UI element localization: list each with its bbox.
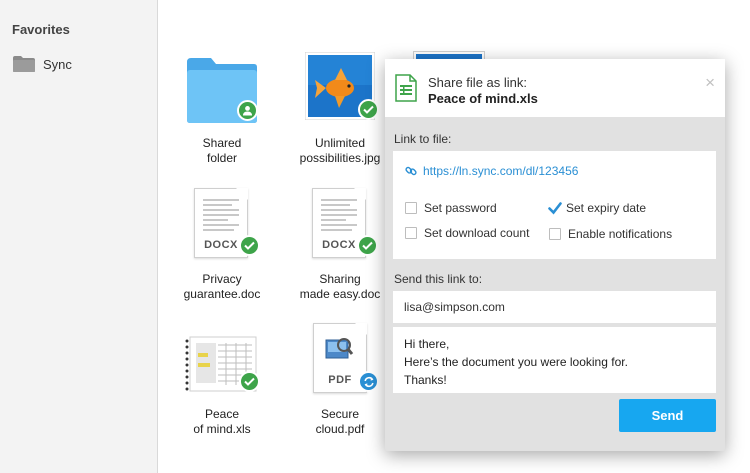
enable-notifications-checkbox[interactable]: Enable notifications — [549, 227, 672, 241]
file-thumbnail — [167, 52, 277, 132]
file-name: Secure cloud.pdf — [315, 407, 365, 436]
send-link-label: Send this link to: — [394, 272, 483, 286]
set-download-count-checkbox[interactable]: Set download count — [405, 226, 529, 240]
link-icon — [405, 166, 417, 176]
option-label: Set download count — [424, 226, 530, 240]
dialog-filename: Peace of mind.xls — [428, 91, 538, 106]
option-label: Enable notifications — [568, 227, 673, 241]
option-label: Set expiry date — [566, 201, 647, 215]
check-icon — [244, 377, 255, 386]
set-password-checkbox[interactable]: Set password — [405, 201, 497, 215]
synced-check-badge — [357, 235, 378, 256]
message-line: Here’s the document you were looking for… — [404, 355, 628, 369]
sidebar-item-sync[interactable]: Sync — [12, 55, 72, 73]
spreadsheet-file-icon — [395, 74, 417, 102]
recipient-email-field[interactable]: lisa@simpson.com — [393, 291, 716, 323]
file-thumbnail — [167, 323, 277, 403]
folder-icon — [13, 56, 35, 72]
preview-app-icon — [325, 338, 354, 359]
synced-check-badge — [358, 99, 379, 120]
check-icon — [244, 241, 255, 250]
send-button[interactable]: Send — [619, 399, 716, 432]
file-thumbnail — [285, 52, 395, 132]
share-link[interactable]: https://ln.sync.com/dl/123456 — [405, 164, 578, 178]
message-textarea[interactable]: Hi there, Here’s the document you were l… — [393, 327, 716, 393]
set-expiry-date-checkbox[interactable]: Set expiry date — [548, 201, 646, 215]
file-name: Sharing made easy.doc — [299, 272, 381, 301]
file-secure-cloud[interactable]: PDF Secure cloud.pdf — [285, 323, 395, 437]
checkbox-unchecked — [405, 202, 417, 214]
sidebar-heading: Favorites — [12, 22, 70, 37]
close-icon[interactable]: × — [705, 74, 715, 91]
file-thumbnail: DOCX — [285, 188, 395, 268]
user-icon — [243, 106, 252, 116]
file-name: Peace of mind.xls — [193, 407, 251, 436]
file-thumbnail: PDF — [285, 323, 395, 403]
share-link-dialog: Share file as link: Peace of mind.xls × … — [385, 59, 725, 451]
link-to-file-label: Link to file: — [394, 132, 452, 146]
sync-icon — [363, 376, 374, 387]
checkbox-unchecked — [549, 228, 561, 240]
syncing-badge — [358, 371, 379, 392]
file-privacy-guarantee[interactable]: DOCX Privacy guarantee.doc — [167, 188, 277, 302]
file-name: Shared folder — [202, 136, 242, 165]
check-icon — [362, 241, 373, 250]
file-shared-folder[interactable]: Shared folder — [167, 52, 277, 166]
dialog-title: Share file as link: — [428, 75, 527, 90]
checkbox-unchecked — [405, 227, 417, 239]
file-name: Unlimited possibilities.jpg — [299, 136, 381, 165]
file-thumbnail: DOCX — [167, 188, 277, 268]
checkmark-icon — [548, 202, 562, 215]
file-sharing-made-easy[interactable]: DOCX Sharing made easy.doc — [285, 188, 395, 302]
message-line: Hi there, — [404, 337, 450, 351]
sidebar-item-label: Sync — [43, 56, 72, 72]
message-line: Thanks! — [404, 373, 447, 387]
option-label: Set password — [424, 201, 497, 215]
link-options-panel: https://ln.sync.com/dl/123456 Set passwo… — [393, 151, 716, 259]
share-link-url: https://ln.sync.com/dl/123456 — [423, 164, 579, 178]
file-unlimited-possibilities[interactable]: Unlimited possibilities.jpg — [285, 52, 395, 166]
file-name: Privacy guarantee.doc — [183, 272, 261, 301]
dialog-header: Share file as link: Peace of mind.xls × — [385, 59, 725, 117]
sidebar: Favorites Sync — [0, 0, 158, 473]
file-peace-of-mind[interactable]: Peace of mind.xls — [167, 323, 277, 437]
check-icon — [363, 105, 374, 114]
synced-check-badge — [239, 371, 260, 392]
shared-user-badge — [237, 100, 258, 121]
synced-check-badge — [239, 235, 260, 256]
